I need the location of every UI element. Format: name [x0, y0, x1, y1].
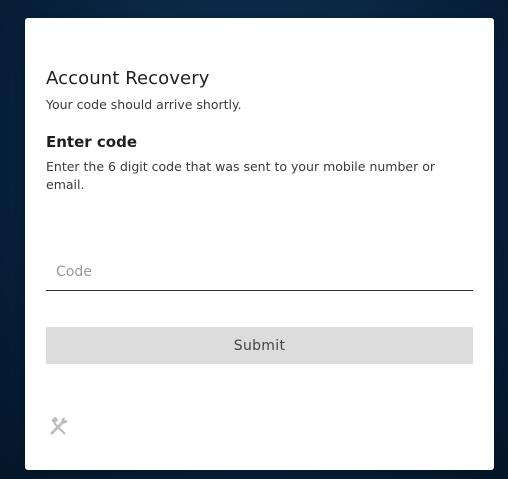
page-subtitle: Your code should arrive shortly.	[46, 97, 242, 112]
enter-code-heading: Enter code	[46, 133, 137, 151]
page-title: Account Recovery	[46, 68, 210, 89]
account-recovery-card: Account Recovery Your code should arrive…	[25, 18, 494, 470]
submit-button[interactable]: Submit	[46, 327, 473, 364]
code-input[interactable]	[46, 255, 473, 289]
tools-icon[interactable]	[47, 416, 69, 438]
code-field	[46, 255, 473, 291]
code-instructions: Enter the 6 digit code that was sent to …	[46, 159, 435, 192]
